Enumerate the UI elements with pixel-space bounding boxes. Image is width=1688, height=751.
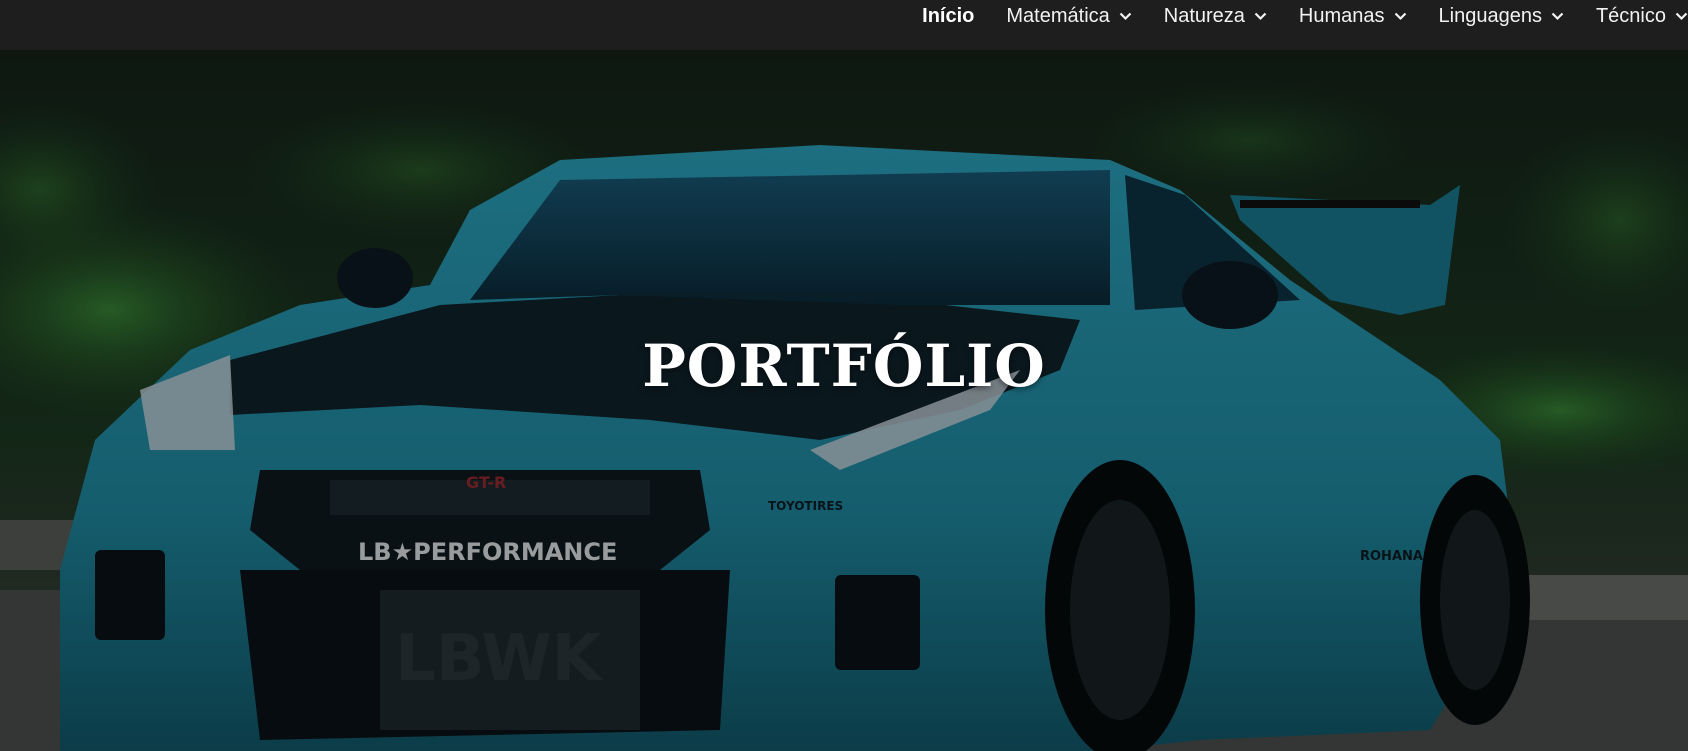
nav-item-label: Técnico <box>1595 4 1666 27</box>
nav-item-label: Início <box>922 4 975 27</box>
nav-item-label: Humanas <box>1298 4 1385 27</box>
nav-item-inicio[interactable]: Início <box>922 5 974 28</box>
nav-item-matematica[interactable]: Matemática <box>1006 4 1132 28</box>
chevron-down-icon <box>1254 12 1267 20</box>
nav-item-tecnico[interactable]: Técnico <box>1596 5 1688 28</box>
nav-item-linguagens[interactable]: Linguagens <box>1439 5 1564 28</box>
hero-banner: LB★PERFORMANCE LBWK TOYOTIRES GT-R ROHAN… <box>0 50 1688 751</box>
nav-item-label: Linguagens <box>1438 4 1542 27</box>
nav-item-label: Natureza <box>1163 4 1245 27</box>
chevron-down-icon <box>1675 12 1688 20</box>
nav-item-humanas[interactable]: Humanas <box>1299 5 1407 28</box>
chevron-down-icon <box>1119 12 1132 20</box>
nav-menu: Início Matemática Natureza Humanas Lingu… <box>890 0 1688 32</box>
nav-item-natureza[interactable]: Natureza <box>1164 5 1267 28</box>
chevron-down-icon <box>1394 12 1406 20</box>
hero-title: PORTFÓLIO <box>642 332 1046 400</box>
top-navbar: Início Matemática Natureza Humanas Lingu… <box>0 0 1688 50</box>
hero-dark-overlay <box>0 50 1688 751</box>
nav-item-label: Matemática <box>1006 4 1110 27</box>
chevron-down-icon <box>1551 12 1564 20</box>
